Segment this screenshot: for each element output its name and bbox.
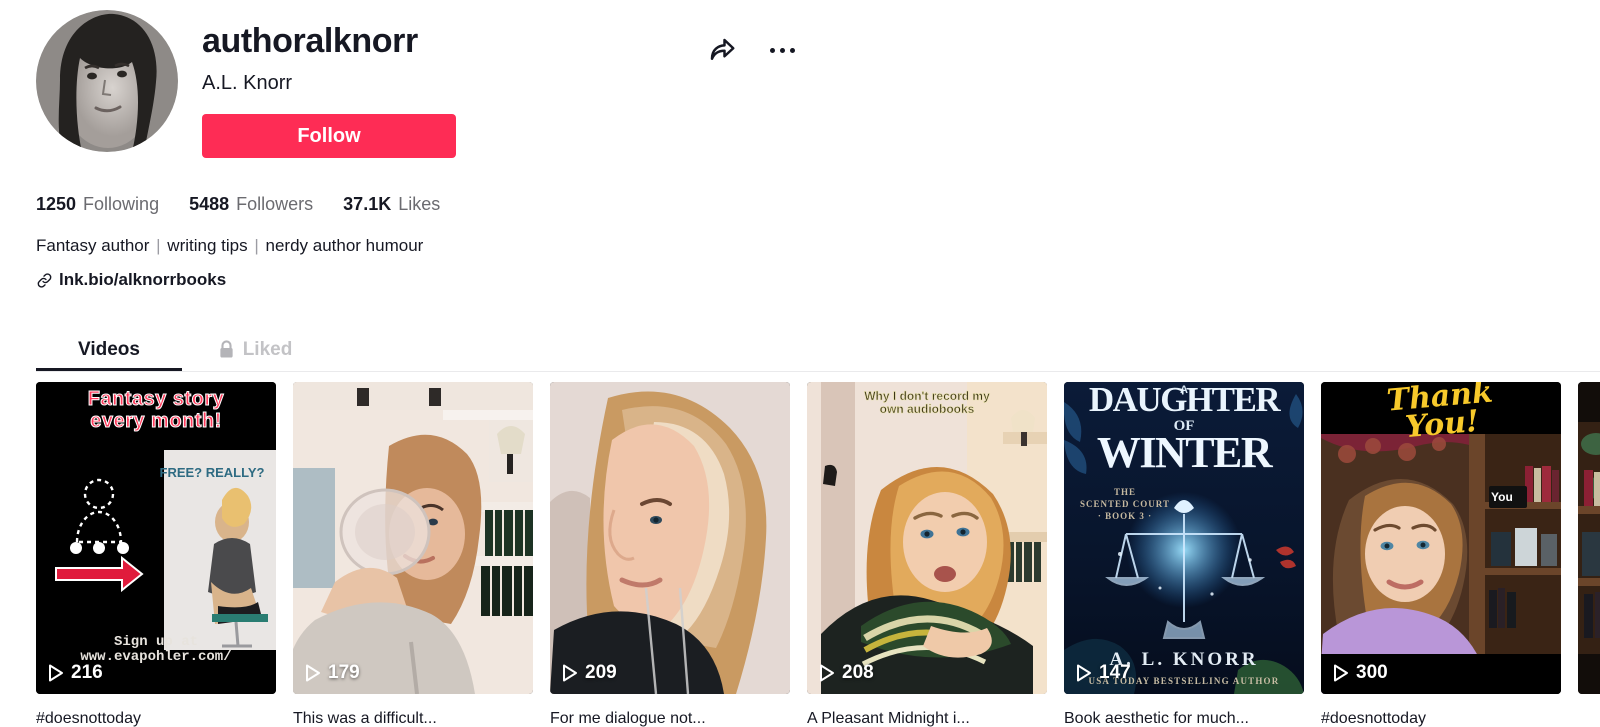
video-card: Fantasy story every month! FREE? REALLY?…	[36, 382, 276, 727]
dots-glyph	[769, 47, 795, 53]
view-count-value: 209	[585, 662, 617, 683]
video-thumbnail[interactable]	[1578, 382, 1600, 694]
profile-tabs: Videos Liked	[36, 328, 1600, 372]
following-count: 1250	[36, 194, 77, 214]
stat-followers[interactable]: 5488 Followers	[189, 194, 313, 215]
video-caption: For me dialogue not...	[550, 710, 706, 727]
thumbnail-art-bookshelf-partial	[1578, 382, 1600, 694]
follow-button[interactable]: Follow	[202, 114, 456, 158]
play-icon	[306, 664, 320, 682]
followers-count: 5488	[189, 194, 230, 214]
video-caption: This was a difficult...	[293, 710, 437, 727]
view-count: 179	[305, 662, 360, 684]
bio-link[interactable]: lnk.bio/alknorrbooks	[36, 270, 226, 290]
series-line-0: THE	[1113, 487, 1136, 497]
bio-part-2: nerdy author humour	[265, 236, 424, 255]
book-series: THE SCENTED COURT · BOOK 3 ·	[1070, 486, 1180, 522]
more-options-icon[interactable]	[764, 32, 800, 68]
video-caption: #doesnottoday	[1321, 710, 1426, 727]
bio-separator-1: |	[254, 236, 259, 255]
profile-stats: 1250 Following 5488 Followers 37.1K Like…	[36, 194, 440, 215]
tab-liked-label: Liked	[242, 338, 293, 360]
thumbnail-art-side-profile	[550, 382, 790, 694]
video-card: 179 This was a difficult...	[293, 382, 533, 727]
view-count-value: 179	[328, 662, 360, 683]
view-count: 208	[819, 662, 874, 684]
video-caption: #doesnottoday	[36, 710, 141, 727]
view-count: 216	[48, 662, 103, 684]
play-icon	[820, 664, 834, 682]
play-icon	[1077, 664, 1091, 682]
overlay-line-0: Fantasy story	[87, 387, 225, 410]
view-count: 300	[1333, 662, 1388, 684]
following-label: Following	[83, 194, 160, 214]
overlay-line-1: own audiobooks	[879, 402, 975, 417]
thumb-inner-text: FREE? REALLY?	[159, 465, 265, 480]
tab-videos[interactable]: Videos	[36, 328, 182, 371]
video-thumbnail[interactable]: Why I don't record my own audiobooks 208	[807, 382, 1047, 694]
video-thumbnail[interactable]: 179	[293, 382, 533, 694]
series-line-1: SCENTED COURT	[1080, 499, 1170, 510]
video-card: Why I don't record my own audiobooks 208…	[807, 382, 1047, 727]
profile-bio: Fantasy author | writing tips | nerdy au…	[36, 234, 423, 258]
video-caption: A Pleasant Midnight i...	[807, 710, 970, 727]
bio-part-0: Fantasy author	[36, 236, 150, 255]
tab-videos-label: Videos	[78, 338, 140, 360]
nickname: A.L. Knorr	[202, 72, 293, 94]
header-actions	[704, 32, 800, 68]
bio-part-1: writing tips	[167, 236, 248, 255]
view-count-value: 300	[1356, 662, 1388, 683]
play-icon	[563, 664, 577, 682]
view-count-value: 216	[71, 662, 103, 683]
page-title: authoralknorr	[202, 22, 418, 60]
view-count: 209	[562, 662, 617, 684]
overlay-line-1: every month!	[90, 410, 222, 433]
thumbnail-art-audiobooks	[807, 382, 1047, 694]
video-thumbnail[interactable]: 209	[550, 382, 790, 694]
view-count-value: 208	[842, 662, 874, 683]
video-grid: Fantasy story every month! FREE? REALLY?…	[36, 382, 1600, 727]
thumbnail-art-drinking-water	[293, 382, 533, 694]
video-thumbnail[interactable]: Thank You! You 300	[1321, 382, 1561, 694]
bio-link-text: lnk.bio/alknorrbooks	[59, 270, 227, 289]
video-card: Thank You! You 300 #doesnottoday	[1321, 382, 1561, 727]
link-chain-icon	[37, 272, 52, 288]
book-title-bottom: WINTER	[1096, 428, 1273, 477]
series-line-2: · BOOK 3 ·	[1097, 511, 1153, 522]
bio-separator-0: |	[156, 236, 161, 255]
stat-likes: 37.1K Likes	[343, 194, 440, 215]
video-card: A DAUGHTER OF WINTER THE SCENTED COURT ·…	[1064, 382, 1304, 727]
video-thumbnail[interactable]: A DAUGHTER OF WINTER THE SCENTED COURT ·…	[1064, 382, 1304, 694]
likes-label: Likes	[398, 194, 441, 214]
thumb-overlay-title: Why I don't record my own audiobooks	[807, 389, 1047, 417]
footer-line-0: Sign up at	[113, 633, 198, 650]
avatar-image	[36, 10, 178, 152]
video-card: 209 For me dialogue not...	[550, 382, 790, 727]
video-caption: Book aesthetic for much...	[1064, 710, 1249, 727]
tiktok-profile-page: authoralknorr A.L. Knorr Follow 1250 Fol…	[0, 0, 1600, 727]
video-thumbnail[interactable]: Fantasy story every month! FREE? REALLY?…	[36, 382, 276, 694]
play-icon	[49, 664, 63, 682]
view-count: 147	[1076, 662, 1131, 684]
followers-label: Followers	[236, 194, 314, 214]
stat-following[interactable]: 1250 Following	[36, 194, 159, 215]
view-count-value: 147	[1099, 662, 1131, 683]
video-card	[1578, 382, 1600, 727]
likes-count: 37.1K	[343, 194, 392, 214]
overlay-line-0: Why I don't record my	[864, 389, 990, 404]
avatar[interactable]	[36, 10, 178, 152]
thumb-overlay-title: Fantasy story every month!	[36, 387, 276, 433]
book-title-top: DAUGHTER	[1088, 382, 1281, 419]
tab-liked[interactable]: Liked	[182, 328, 328, 371]
play-icon	[1334, 664, 1348, 682]
identity-block: authoralknorr A.L. Knorr Follow	[202, 20, 456, 158]
share-arrow-icon[interactable]	[704, 32, 740, 68]
shelf-label: You	[1491, 490, 1513, 504]
lock-icon	[220, 340, 233, 358]
